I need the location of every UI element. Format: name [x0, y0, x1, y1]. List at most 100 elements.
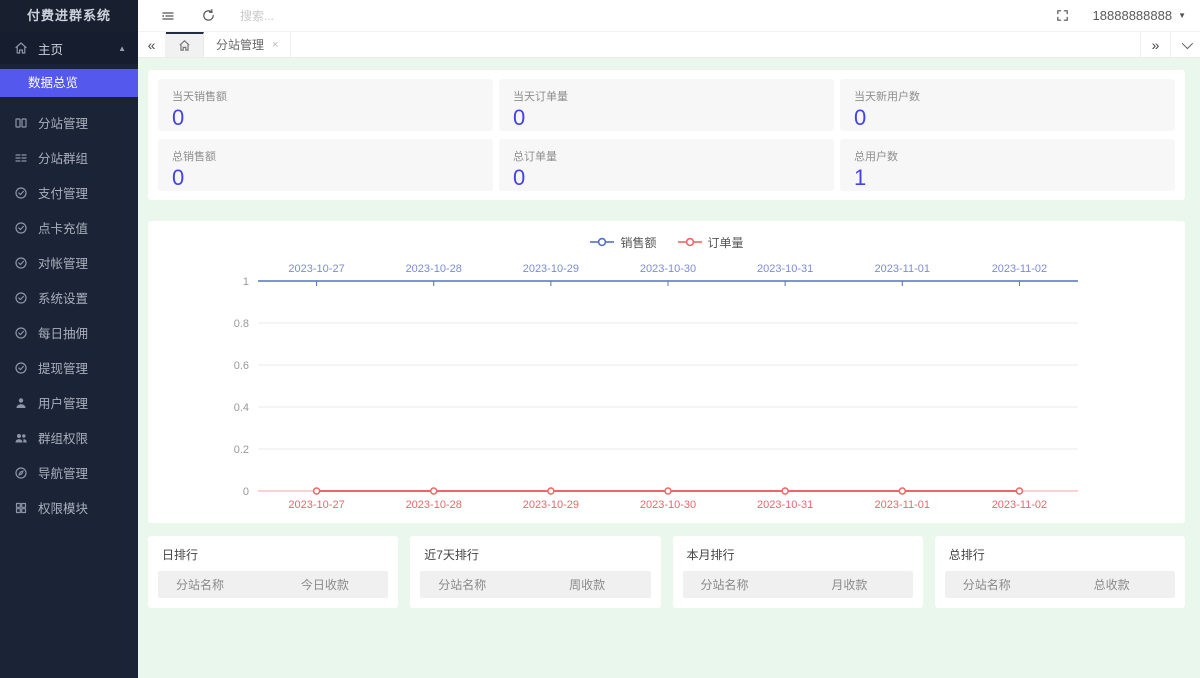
ranking-table-header: 分站名称 月收款: [682, 571, 913, 598]
ranking-total: 总排行 分站名称 总收款: [934, 536, 1185, 608]
svg-text:0.6: 0.6: [234, 360, 249, 372]
legend-item-orders[interactable]: 订单量: [677, 234, 744, 251]
ranking-7days: 近7天排行 分站名称 周收款: [410, 536, 661, 608]
menu-fold-icon: [162, 11, 174, 20]
svg-text:2023-11-02: 2023-11-02: [992, 499, 1047, 511]
ranking-month: 本月排行 分站名称 月收款: [672, 536, 923, 608]
fullscreen-button[interactable]: [1043, 0, 1083, 32]
svg-text:2023-10-28: 2023-10-28: [406, 499, 462, 511]
app-root: 付费进群系统 主页 ▲ 数据总览 分站管理 分站群组 支付管理 点卡充值 对帐管…: [0, 0, 1200, 678]
stats-panel: 当天销售额 0 当天订单量 0 当天新用户数 0 总销售额 0 总订单量 0 总…: [148, 70, 1185, 200]
columns-icon: [14, 116, 28, 130]
sidebar-item-withdrawal-management[interactable]: 提现管理: [0, 350, 138, 385]
svg-text:1: 1: [243, 276, 249, 288]
legend-marker-sales: [590, 237, 615, 247]
tabs-menu-button[interactable]: [1170, 32, 1200, 57]
svg-text:2023-10-31: 2023-10-31: [757, 499, 813, 511]
svg-text:2023-10-27: 2023-10-27: [288, 263, 344, 275]
shield-check-icon: [14, 326, 28, 340]
stats-grid: 当天销售额 0 当天订单量 0 当天新用户数 0 总销售额 0 总订单量 0 总…: [158, 79, 1175, 191]
legend-marker-orders: [677, 237, 702, 247]
sidebar: 付费进群系统 主页 ▲ 数据总览 分站管理 分站群组 支付管理 点卡充值 对帐管…: [0, 0, 138, 678]
svg-text:0.8: 0.8: [234, 318, 249, 330]
tab-label: 分站管理: [216, 38, 265, 52]
shield-check-icon: [14, 361, 28, 375]
tabs-scroll-right-button[interactable]: »: [1140, 32, 1170, 57]
user-phone: 18888888888: [1092, 8, 1173, 23]
chart-plot-area: 0 0.2 0.4 0.6 0.8 1 2023-10-27 2023-10-28 2023-1…: [148, 254, 1185, 521]
svg-text:2023-10-29: 2023-10-29: [523, 263, 579, 275]
sidebar-group-home[interactable]: 主页 ▲: [0, 32, 138, 64]
chevron-down-icon: ▼: [1178, 11, 1186, 20]
svg-text:2023-11-02: 2023-11-02: [992, 263, 1047, 275]
sidebar-item-permission-modules[interactable]: 权限模块: [0, 490, 138, 525]
app-title: 付费进群系统: [0, 0, 138, 32]
topbar: 18888888888 ▼: [138, 0, 1200, 32]
svg-text:2023-11-01: 2023-11-01: [875, 499, 930, 511]
svg-text:2023-10-31: 2023-10-31: [757, 263, 813, 275]
close-icon[interactable]: ×: [272, 39, 278, 51]
svg-text:2023-11-01: 2023-11-01: [875, 263, 930, 275]
legend-label: 销售额: [620, 235, 657, 250]
refresh-icon: [202, 9, 214, 21]
sidebar-item-site-management[interactable]: 分站管理: [0, 105, 138, 140]
rankings-row: 日排行 分站名称 今日收款 近7天排行 分站名称 周收款 本月排行 分站名称 月…: [148, 536, 1185, 608]
tabbar-spacer: [291, 32, 1140, 57]
stat-today-new-users: 当天新用户数 0: [840, 79, 1175, 131]
svg-text:2023-10-29: 2023-10-29: [523, 499, 579, 511]
svg-text:2023-10-30: 2023-10-30: [640, 499, 696, 511]
legend-label: 订单量: [707, 235, 744, 250]
legend-item-sales[interactable]: 销售额: [589, 234, 657, 251]
sidebar-toggle-button[interactable]: [148, 0, 188, 32]
ranking-table-header: 分站名称 今日收款: [158, 571, 389, 598]
chevron-down-icon: [1181, 37, 1193, 49]
tab-site-management[interactable]: 分站管理 ×: [204, 32, 292, 57]
ranking-daily: 日排行 分站名称 今日收款: [148, 536, 399, 608]
sidebar-item-data-overview[interactable]: 数据总览: [0, 69, 138, 97]
sidebar-item-user-management[interactable]: 用户管理: [0, 385, 138, 420]
sidebar-item-system-settings[interactable]: 系统设置: [0, 280, 138, 315]
stat-total-orders: 总订单量 0: [499, 139, 834, 191]
svg-text:2023-10-30: 2023-10-30: [640, 263, 696, 275]
sidebar-item-daily-commission[interactable]: 每日抽佣: [0, 315, 138, 350]
svg-text:2023-10-27: 2023-10-27: [288, 499, 344, 511]
tabs-scroll-left-button[interactable]: «: [138, 32, 166, 57]
svg-text:0: 0: [243, 486, 249, 498]
svg-text:0.4: 0.4: [234, 402, 249, 414]
sidebar-item-card-recharge[interactable]: 点卡充值: [0, 210, 138, 245]
sales-orders-chart-card: 销售额 订单量 0 0.2 0.4 0.6 0.8 1 2023-10-27 2023-10-…: [148, 221, 1185, 523]
tabbar: « 分站管理 × »: [138, 32, 1200, 58]
compass-icon: [14, 466, 28, 480]
sidebar-item-group-permissions[interactable]: 群组权限: [0, 420, 138, 455]
sidebar-item-site-groups[interactable]: 分站群组: [0, 140, 138, 175]
chevron-up-icon: ▲: [118, 43, 126, 53]
users-icon: [14, 431, 28, 445]
user-icon: [14, 396, 28, 410]
refresh-button[interactable]: [188, 0, 228, 32]
modules-icon: [14, 501, 28, 515]
home-icon: [14, 41, 28, 55]
ranking-table-header: 分站名称 周收款: [420, 571, 651, 598]
shield-check-icon: [14, 186, 28, 200]
sidebar-item-navigation-management[interactable]: 导航管理: [0, 455, 138, 490]
sidebar-group-label: 主页: [38, 42, 64, 57]
search-input[interactable]: [240, 8, 390, 23]
svg-text:2023-10-28: 2023-10-28: [406, 263, 462, 275]
ranking-table-header: 分站名称 总收款: [944, 571, 1175, 598]
main-content: 当天销售额 0 当天订单量 0 当天新用户数 0 总销售额 0 总订单量 0 总…: [138, 58, 1200, 678]
shield-check-icon: [14, 221, 28, 235]
tab-home[interactable]: [166, 32, 204, 57]
list-icon: [14, 151, 28, 165]
sidebar-item-payment-management[interactable]: 支付管理: [0, 175, 138, 210]
user-menu[interactable]: 18888888888 ▼: [1093, 8, 1186, 23]
main-column: 18888888888 ▼ « 分站管理 × »: [138, 0, 1200, 678]
line-chart: 0 0.2 0.4 0.6 0.8 1 2023-10-27 2023-10-28 2023-1…: [234, 263, 1078, 511]
sidebar-item-reconciliation[interactable]: 对帐管理: [0, 245, 138, 280]
topbar-right: 18888888888 ▼: [1043, 0, 1200, 32]
home-icon: [179, 40, 190, 51]
stat-today-orders: 当天订单量 0: [499, 79, 834, 131]
stat-today-sales: 当天销售额 0: [158, 79, 493, 131]
fullscreen-icon: [1057, 10, 1068, 21]
stat-total-users: 总用户数 1: [840, 139, 1175, 191]
svg-text:0.2: 0.2: [234, 444, 249, 456]
